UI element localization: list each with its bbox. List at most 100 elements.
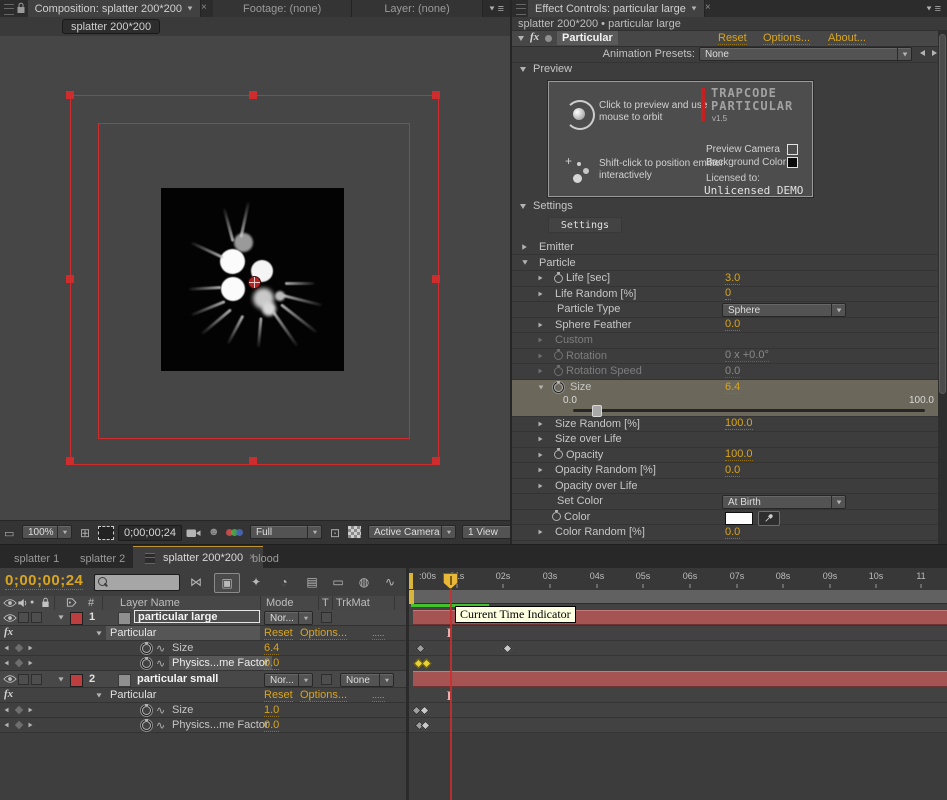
chevron-down-icon[interactable] [691, 7, 696, 11]
mode-dropdown[interactable]: Nor... [264, 611, 313, 625]
reset-link[interactable]: Reset [718, 32, 747, 45]
effect-name[interactable]: Particular [557, 31, 618, 45]
brainstorm-button[interactable]: ◍ [352, 573, 376, 591]
size-slider-thumb[interactable] [592, 405, 602, 417]
next-preset-icon[interactable] [932, 50, 937, 56]
group-particle[interactable]: Particle [512, 255, 947, 271]
param-opacity-random[interactable]: Opacity Random [%] 0.0 [512, 463, 947, 479]
size-slider-track[interactable] [573, 409, 925, 412]
graph-icon[interactable]: ∿ [156, 704, 165, 717]
param-color-random[interactable]: Color Random [%] 0.0 [512, 525, 947, 541]
time-ruler[interactable]: :00s 01s 02s 03s 04s 05s 06s 07s 08s 09s… [409, 568, 947, 591]
param-value[interactable]: 0.0 [725, 318, 740, 331]
tab-splatter-1[interactable]: splatter 1 [4, 548, 69, 569]
anchor-point-crosshair[interactable] [248, 276, 261, 289]
selection-handle[interactable] [432, 91, 440, 99]
property-row-physics-2[interactable]: ∿ Physics...me Factor 0.0 [0, 718, 406, 733]
next-keyframe-icon[interactable] [29, 646, 33, 651]
timeline-timecode[interactable]: 0;00;00;24 [5, 572, 83, 590]
panel-menu-button[interactable]: ≡ [483, 0, 510, 17]
snapshot-camera-icon[interactable] [186, 528, 201, 538]
selection-handle[interactable] [66, 91, 74, 99]
collapse-triangle-icon[interactable] [520, 204, 526, 209]
settings-group-header[interactable]: Settings [512, 199, 947, 214]
effects-scrollbar[interactable] [938, 30, 947, 544]
selection-handle[interactable] [249, 457, 257, 465]
group-emitter[interactable]: Emitter [512, 239, 947, 255]
expand-icon[interactable] [539, 322, 543, 327]
audio-cell[interactable] [18, 612, 29, 623]
options-link[interactable]: Options... [300, 689, 347, 702]
close-icon[interactable]: × [705, 3, 711, 17]
layer-expand-icon[interactable] [58, 615, 63, 619]
solo-cell[interactable] [31, 612, 42, 623]
graph-editor-button[interactable]: ∿ [378, 573, 402, 591]
selection-handle[interactable] [66, 457, 74, 465]
collapse-triangle-icon[interactable] [518, 36, 524, 41]
panel-grip-icon[interactable] [516, 4, 526, 15]
column-mode[interactable]: Mode [266, 597, 294, 609]
graph-icon[interactable]: ∿ [156, 719, 165, 732]
column-t[interactable]: T [322, 597, 329, 609]
animation-presets-dropdown[interactable]: None [699, 47, 912, 61]
stopwatch-icon[interactable] [552, 512, 561, 521]
property-value[interactable]: 1.0 [264, 704, 279, 717]
particle-type-dropdown[interactable]: Sphere [722, 303, 846, 317]
tab-composition[interactable]: Composition: splatter 200*200 [28, 0, 201, 17]
stopwatch-icon-enabled[interactable] [554, 383, 563, 392]
prev-keyframe-icon[interactable] [5, 708, 9, 713]
mode-dropdown[interactable]: Nor... [264, 673, 313, 687]
layer-2-duration-bar[interactable] [413, 671, 947, 687]
channel-blue-icon[interactable] [236, 529, 243, 536]
panel-grip-icon[interactable] [4, 4, 14, 15]
param-sphere-feather[interactable]: Sphere Feather 0.0 [512, 318, 947, 334]
fx-badge-icon[interactable]: fx [530, 31, 539, 43]
effect-name-label[interactable]: Particular [110, 689, 156, 701]
expand-icon[interactable] [539, 276, 543, 281]
effect-row-2[interactable]: fx Particular Reset Options... ..... [0, 688, 406, 703]
param-life-random[interactable]: Life Random [%] 0 [512, 287, 947, 303]
transparency-grid-icon[interactable] [348, 526, 361, 538]
draft-3d-button[interactable]: ▤ [300, 573, 324, 591]
background-color-swatch[interactable] [787, 157, 798, 168]
property-value[interactable]: 0.0 [264, 719, 279, 732]
region-icon[interactable]: ⊡ [330, 526, 340, 540]
mini-flowchart-button[interactable]: ⋈ [184, 573, 208, 591]
layer-checkbox[interactable] [118, 674, 131, 687]
add-keyframe-icon[interactable] [15, 659, 23, 667]
work-area-start-handle[interactable] [409, 590, 414, 604]
layer-row-1[interactable]: 1 particular large Nor... [0, 610, 406, 626]
close-icon[interactable]: × [201, 3, 207, 17]
property-row-size-2[interactable]: ∿ Size 1.0 [0, 703, 406, 718]
column-trkmat[interactable]: TrkMat [336, 597, 370, 609]
selection-handle[interactable] [432, 275, 440, 283]
region-of-interest-icon[interactable] [98, 526, 114, 540]
set-color-dropdown[interactable]: At Birth [722, 495, 846, 509]
tab-effect-controls[interactable]: Effect Controls: particular large [528, 0, 705, 17]
prev-keyframe-icon[interactable] [5, 723, 9, 728]
param-size-random[interactable]: Size Random [%] 100.0 [512, 417, 947, 433]
next-keyframe-icon[interactable] [29, 708, 33, 713]
expand-icon[interactable] [539, 530, 543, 535]
property-row-size-1[interactable]: ∿ Size 6.4 [0, 641, 406, 656]
preview-camera-checkbox[interactable] [787, 144, 798, 155]
layer-name-label[interactable]: particular small [137, 673, 218, 685]
stopwatch-icon-enabled[interactable] [142, 721, 151, 730]
current-time-line[interactable] [450, 589, 452, 800]
property-label-selected[interactable]: Physics...me Factor [169, 656, 272, 670]
param-value[interactable]: 100.0 [725, 448, 753, 461]
timeline-graph-pane[interactable]: :00s 01s 02s 03s 04s 05s 06s 07s 08s 09s… [409, 568, 947, 800]
graph-icon[interactable]: ∿ [156, 657, 165, 670]
stopwatch-icon[interactable] [554, 450, 563, 459]
param-life[interactable]: Life [sec] 3.0 [512, 271, 947, 287]
selection-handle[interactable] [66, 275, 74, 283]
stopwatch-icon-enabled[interactable] [142, 706, 151, 715]
previous-preset-icon[interactable] [920, 50, 925, 56]
param-value[interactable]: 6.4 [725, 381, 740, 394]
options-link[interactable]: Options... [300, 627, 347, 640]
effect-collapse-icon[interactable] [96, 693, 101, 697]
resolution-dropdown[interactable]: Full [250, 525, 322, 539]
property-value[interactable]: 6.4 [264, 642, 279, 655]
layer-visibility-eye-icon[interactable] [3, 674, 17, 684]
param-size-over-life[interactable]: Size over Life [512, 432, 947, 448]
